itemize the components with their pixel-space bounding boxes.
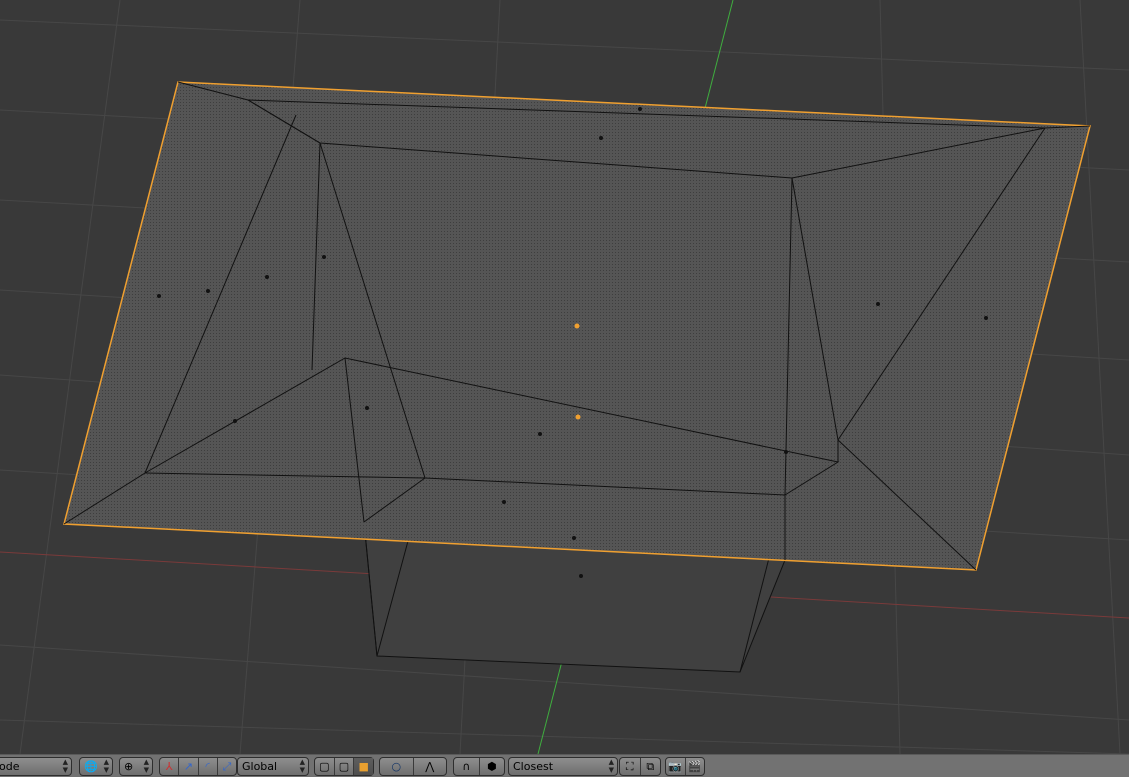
mode-label: ode bbox=[0, 760, 20, 773]
manipulator-group: ⅄ ↗ ◜ ⤢ bbox=[159, 757, 237, 776]
snap-closest-icon[interactable]: ⛶ bbox=[620, 758, 641, 775]
3d-viewport[interactable] bbox=[0, 0, 1129, 754]
snap-element-label: Closest bbox=[513, 760, 554, 773]
animation-render-icon[interactable]: 🎬 bbox=[686, 758, 705, 775]
render-icon[interactable]: 📷 bbox=[666, 758, 686, 775]
snap-options-group: ⛶ ⧉ bbox=[619, 757, 661, 776]
dropdown-arrows-icon: ▲ ▼ bbox=[62, 758, 68, 774]
snap-group: ∩ ⬢ bbox=[453, 757, 505, 776]
dropdown-arrows-icon: ▲ ▼ bbox=[608, 758, 614, 774]
translate-icon[interactable]: ↗ bbox=[179, 758, 199, 775]
mode-dropdown[interactable]: ode ▲ ▼ bbox=[0, 757, 72, 776]
select-mode-group: ▢ ▢ ■ bbox=[314, 757, 374, 776]
selected-face-dot bbox=[574, 323, 580, 329]
wireframe-shading-icon[interactable]: ▢ bbox=[335, 758, 355, 775]
orientation-label: Global bbox=[242, 760, 278, 773]
snap-element-dropdown[interactable]: Closest ▲ ▼ bbox=[508, 757, 618, 776]
globe-icon: 🌐 bbox=[84, 760, 98, 773]
viewport-header: ode ▲ ▼ 🌐 ▲ ▼ ⊕ ▲ ▼ ⅄ ↗ ◜ ⤢ Global ▲ ▼ ▢ ▢ ■… bbox=[0, 754, 1129, 777]
snap-align-icon[interactable]: ⧉ bbox=[641, 758, 661, 775]
dropdown-arrows-icon: ▲ ▼ bbox=[103, 758, 109, 774]
snap-target-icon[interactable]: ⬢ bbox=[480, 758, 505, 775]
transform-orientation-dropdown[interactable]: Global ▲ ▼ bbox=[237, 757, 309, 776]
manipulator-icon[interactable]: ⅄ bbox=[160, 758, 180, 775]
proportional-edit-group: ○ ⋀ bbox=[379, 757, 447, 776]
magnet-icon[interactable]: ∩ bbox=[454, 758, 480, 775]
pivot-icon: ⊕ bbox=[124, 760, 134, 773]
pivot-point-dropdown[interactable]: ⊕ ▲ ▼ bbox=[119, 757, 153, 776]
solid-shading-icon[interactable]: ▢ bbox=[315, 758, 335, 775]
selected-face-dot bbox=[575, 414, 581, 420]
viewport-shading-dropdown[interactable]: 🌐 ▲ ▼ bbox=[79, 757, 113, 776]
rotate-icon[interactable]: ◜ bbox=[199, 758, 218, 775]
falloff-icon[interactable]: ⋀ bbox=[414, 758, 447, 775]
texture-shading-icon[interactable]: ■ bbox=[354, 758, 374, 775]
render-group: 📷 🎬 bbox=[665, 757, 705, 776]
dropdown-arrows-icon: ▲ ▼ bbox=[143, 758, 149, 774]
proportional-edit-icon[interactable]: ○ bbox=[380, 758, 414, 775]
scale-icon[interactable]: ⤢ bbox=[218, 758, 236, 775]
dropdown-arrows-icon: ▲ ▼ bbox=[299, 758, 305, 774]
viewport-scene[interactable] bbox=[0, 0, 1129, 754]
